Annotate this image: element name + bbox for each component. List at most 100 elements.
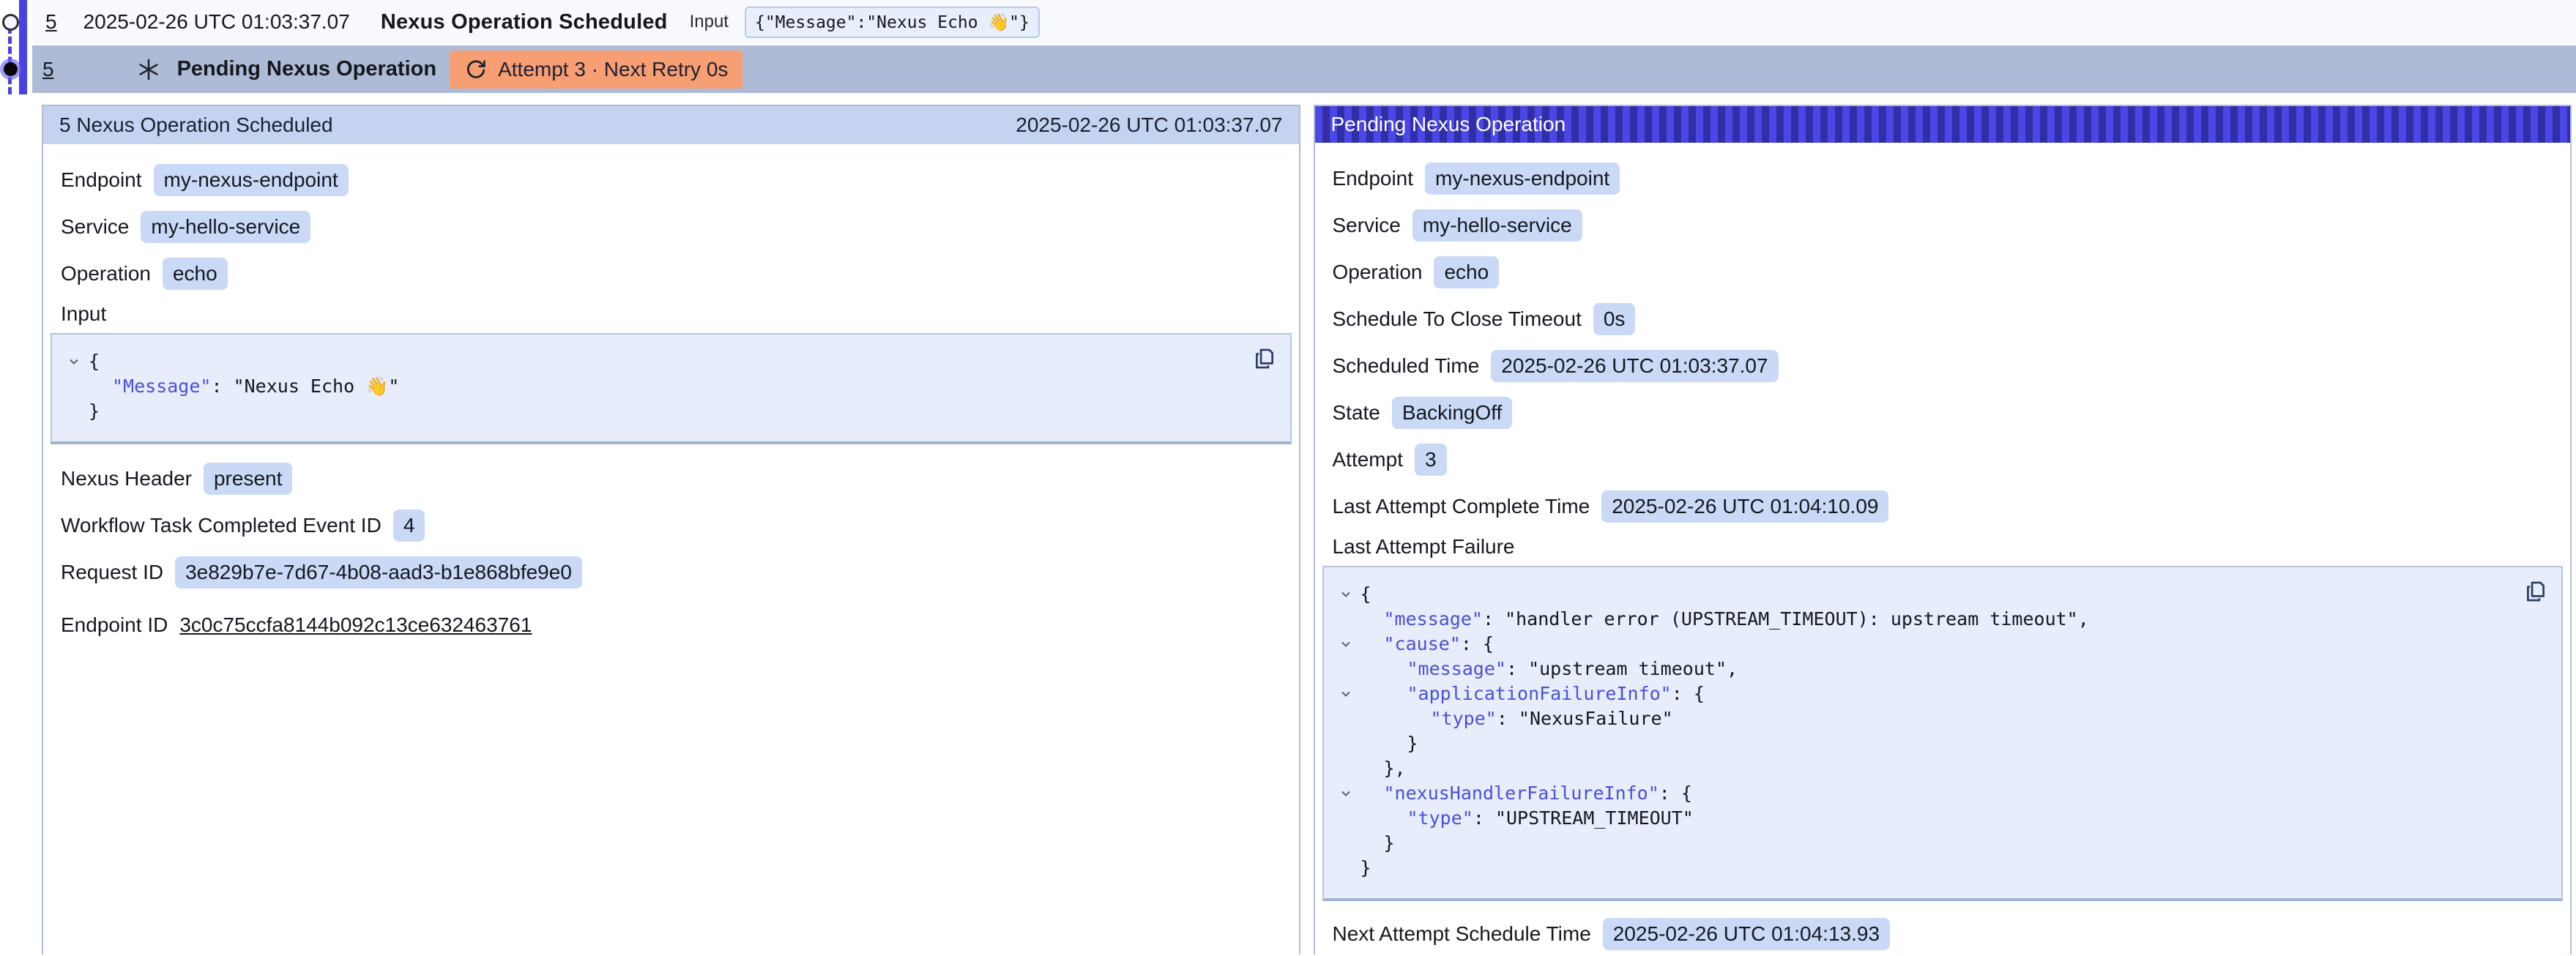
- json-line: }: [1331, 856, 2511, 881]
- field-label: Endpoint ID: [61, 613, 168, 637]
- left-panel-body: Endpoint my-nexus-endpoint Service my-he…: [43, 144, 1299, 660]
- event-input-label: Input: [690, 12, 729, 32]
- field-value-badge: 3e829b7e-7d67-4b08-aad3-b1e868bfe9e0: [175, 556, 582, 589]
- left-panel-header: 5 Nexus Operation Scheduled 2025-02-26 U…: [43, 106, 1299, 144]
- field-nexus-header: Nexus Header present: [61, 462, 1284, 496]
- chevron-down-icon[interactable]: [1331, 687, 1360, 701]
- field-label: Service: [1333, 214, 1401, 237]
- field-value-badge: my-nexus-endpoint: [154, 164, 349, 196]
- timeline-active-bar: [19, 0, 27, 94]
- field-next-attempt-schedule-time: Next Attempt Schedule Time 2025-02-26 UT…: [1333, 917, 2556, 951]
- timeline-dot-scheduled: [2, 14, 19, 31]
- json-line: "type": "NexusFailure": [1331, 706, 2511, 731]
- field-value-badge: echo: [163, 258, 228, 290]
- chevron-down-icon[interactable]: [1331, 786, 1360, 801]
- field-schedule-to-close-timeout: Schedule To Close Timeout 0s: [1333, 302, 2556, 336]
- field-value-badge: my-hello-service: [141, 211, 310, 243]
- input-section-label: Input: [61, 302, 1284, 326]
- left-panel-timestamp: 2025-02-26 UTC 01:03:37.07: [1016, 113, 1282, 137]
- field-service: Service my-hello-service: [61, 210, 1284, 244]
- field-value-badge: 2025-02-26 UTC 01:04:10.09: [1601, 490, 1888, 523]
- detail-panels: 5 Nexus Operation Scheduled 2025-02-26 U…: [42, 105, 2572, 955]
- field-label: Attempt: [1333, 448, 1403, 471]
- field-label: Scheduled Time: [1333, 354, 1480, 378]
- field-endpoint: Endpoint my-nexus-endpoint: [61, 163, 1284, 197]
- event-row-pending[interactable]: 5 Pending Nexus Operation Attempt 3 · Ne…: [32, 45, 2576, 93]
- field-workflow-task-completed-event-id: Workflow Task Completed Event ID 4: [61, 509, 1284, 542]
- timeline-connector-line: [8, 26, 12, 94]
- event-history-list: 5 2025-02-26 UTC 01:03:37.07 Nexus Opera…: [0, 0, 2576, 93]
- field-value-badge: 2025-02-26 UTC 01:04:13.93: [1603, 918, 1890, 950]
- field-label: Last Attempt Complete Time: [1333, 495, 1590, 518]
- field-last-attempt-complete-time: Last Attempt Complete Time 2025-02-26 UT…: [1333, 490, 2556, 523]
- json-line: }: [59, 399, 1239, 424]
- copy-icon[interactable]: [2523, 579, 2548, 606]
- field-operation: Operation echo: [1333, 255, 2556, 289]
- field-value-badge: present: [204, 463, 292, 495]
- field-label: Nexus Header: [61, 467, 192, 490]
- field-request-id: Request ID 3e829b7e-7d67-4b08-aad3-b1e86…: [61, 556, 1284, 589]
- json-line: {: [59, 349, 1239, 374]
- chevron-down-icon[interactable]: [1331, 587, 1360, 602]
- field-value-badge: my-nexus-endpoint: [1425, 163, 1620, 195]
- json-line: "applicationFailureInfo": {: [1331, 681, 2511, 706]
- field-endpoint-id: Endpoint ID 3c0c75ccfa8144b092c13ce63246…: [61, 608, 1284, 642]
- field-attempt: Attempt 3: [1333, 443, 2556, 477]
- right-panel-title: Pending Nexus Operation: [1331, 113, 1566, 136]
- timeline-dot-pending: [4, 62, 18, 76]
- field-label: Service: [61, 215, 129, 239]
- field-label: Endpoint: [1333, 167, 1414, 190]
- field-state: State BackingOff: [1333, 396, 2556, 430]
- field-label: Endpoint: [61, 168, 142, 192]
- json-line: "cause": {: [1331, 632, 2511, 657]
- chevron-down-icon[interactable]: [1331, 637, 1360, 651]
- json-line: "Message": "Nexus Echo 👋": [59, 374, 1239, 399]
- field-label: Next Attempt Schedule Time: [1333, 922, 1591, 946]
- json-line: }: [1331, 731, 2511, 756]
- json-line: "message": "upstream timeout",: [1331, 657, 2511, 681]
- field-value-badge: BackingOff: [1392, 397, 1512, 429]
- failure-json-viewer: { "message": "handler error (UPSTREAM_TI…: [1322, 566, 2564, 901]
- field-endpoint: Endpoint my-nexus-endpoint: [1333, 162, 2556, 195]
- event-timestamp: 2025-02-26 UTC 01:03:37.07: [83, 10, 350, 34]
- panel-pending-nexus-operation: Pending Nexus Operation Endpoint my-nexu…: [1314, 105, 2572, 955]
- endpoint-id-link[interactable]: 3c0c75ccfa8144b092c13ce632463761: [179, 613, 532, 637]
- timeline-rail: [0, 0, 32, 94]
- field-label: State: [1333, 401, 1380, 425]
- input-json-viewer: { "Message": "Nexus Echo 👋" }: [51, 333, 1292, 444]
- field-label: Operation: [61, 262, 151, 285]
- field-value-badge: 0s: [1593, 303, 1636, 335]
- retry-icon: [464, 58, 488, 81]
- last-attempt-failure-label: Last Attempt Failure: [1333, 535, 2556, 559]
- field-value-badge: my-hello-service: [1412, 209, 1582, 242]
- field-service: Service my-hello-service: [1333, 209, 2556, 242]
- json-line: "message": "handler error (UPSTREAM_TIME…: [1331, 607, 2511, 632]
- field-scheduled-time: Scheduled Time 2025-02-26 UTC 01:03:37.0…: [1333, 349, 2556, 383]
- copy-icon[interactable]: [1252, 346, 1277, 373]
- event-row-scheduled[interactable]: 5 2025-02-26 UTC 01:03:37.07 Nexus Opera…: [32, 0, 2576, 44]
- field-label: Operation: [1333, 261, 1423, 284]
- field-label: Workflow Task Completed Event ID: [61, 514, 381, 537]
- retry-status-badge: Attempt 3 · Next Retry 0s: [450, 51, 742, 89]
- json-line: {: [1331, 582, 2511, 607]
- field-operation: Operation echo: [61, 257, 1284, 291]
- field-label: Schedule To Close Timeout: [1333, 307, 1582, 331]
- json-line: "nexusHandlerFailureInfo": {: [1331, 781, 2511, 806]
- right-panel-body: Endpoint my-nexus-endpoint Service my-he…: [1315, 143, 2571, 955]
- event-id-link[interactable]: 5: [45, 10, 57, 34]
- json-line: "type": "UPSTREAM_TIMEOUT": [1331, 806, 2511, 831]
- pending-title: Pending Nexus Operation: [177, 57, 437, 81]
- json-line: }: [1331, 831, 2511, 856]
- field-value-badge: 4: [393, 509, 425, 542]
- retry-badge-text: Attempt 3 · Next Retry 0s: [498, 58, 728, 81]
- field-value-badge: 3: [1415, 444, 1447, 476]
- pending-asterisk-icon: [136, 57, 161, 82]
- json-line: },: [1331, 756, 2511, 781]
- field-value-badge: 2025-02-26 UTC 01:03:37.07: [1491, 350, 1778, 382]
- field-value-badge: echo: [1434, 256, 1499, 288]
- panel-nexus-operation-scheduled: 5 Nexus Operation Scheduled 2025-02-26 U…: [42, 105, 1300, 955]
- event-id-link[interactable]: 5: [42, 58, 54, 81]
- field-label: Request ID: [61, 561, 163, 584]
- left-panel-title: 5 Nexus Operation Scheduled: [59, 113, 333, 137]
- chevron-down-icon[interactable]: [59, 354, 89, 369]
